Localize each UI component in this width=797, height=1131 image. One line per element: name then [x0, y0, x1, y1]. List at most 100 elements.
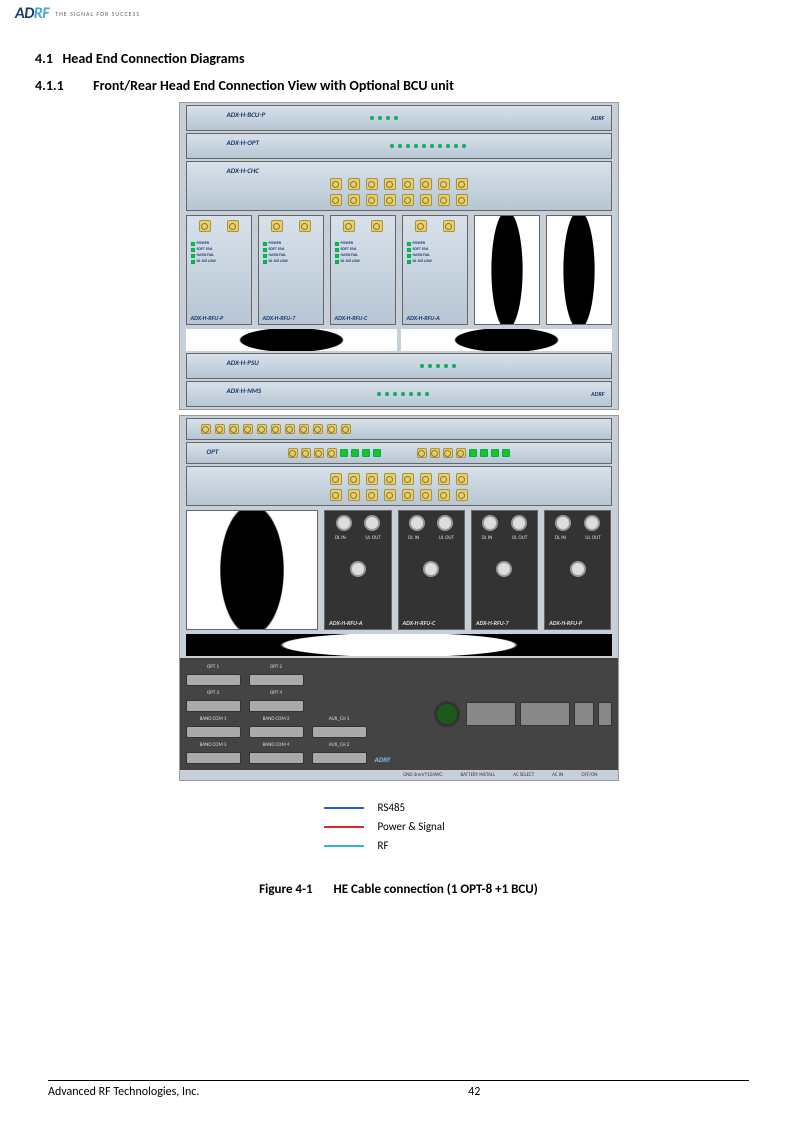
- rear-chc-top: [330, 473, 468, 485]
- rear-rfu-row: DL INUL OUT ADX-H-RFU-A DL INUL OUT: [186, 510, 612, 630]
- vent-icon: [186, 634, 612, 656]
- figure-text: HE Cable connection (1 OPT-8 +1 BCU): [334, 882, 538, 897]
- rear-rfu-a: DL INUL OUT ADX-H-RFU-A: [324, 510, 391, 630]
- led: [417, 392, 421, 396]
- led: [335, 254, 339, 258]
- legend-line-icon: [324, 826, 364, 828]
- rear-conn-block: OPT 1 OPT 3 BAND COM 1 BAND COM 3 OPT 2 …: [186, 664, 391, 764]
- rfu-status-leds: POWER SOFT FAIL HARD FAIL DL SIG LOW: [331, 236, 395, 269]
- logo-ad: AD: [15, 4, 34, 23]
- unit-psu-label: ADX-H-PSU: [227, 358, 259, 367]
- rear-psu-labels: GND 3mm²/12AWG BATTERY INSTALL AC SELECT…: [180, 770, 618, 780]
- rfu-c-label: ADX-H-RFU-C: [335, 314, 368, 322]
- conn-label: BAND COM 1: [186, 716, 241, 722]
- figures: ADX-H-BCU-P ADRF ADX-H-OPT: [35, 102, 762, 897]
- unit-nms-label: ADX-H-NMS: [227, 386, 262, 395]
- rf-port-icon: [384, 178, 396, 190]
- led: [370, 116, 374, 120]
- rf-port-icon: [229, 424, 239, 434]
- rf-port-icon: [243, 424, 253, 434]
- led: [438, 144, 442, 148]
- heading-4-1-1: 4.1.1 Front/Rear Head End Connection Vie…: [35, 77, 762, 94]
- rfu-7-label: ADX-H-RFU-7: [263, 314, 296, 322]
- led: [425, 392, 429, 396]
- psu-label: BATTERY INSTALL: [460, 772, 495, 778]
- rf-port-icon: [443, 220, 455, 232]
- db-connector-icon: [186, 752, 241, 764]
- led: [191, 260, 195, 264]
- rf-port-icon: [417, 448, 427, 458]
- rfu-topports: [259, 216, 323, 236]
- eye-row: [186, 329, 612, 351]
- vent-icon: [186, 329, 397, 351]
- rear-opt-ports: [191, 448, 607, 458]
- port-label: DL IN: [555, 535, 566, 541]
- legend-label-rf: RF: [378, 839, 389, 852]
- led: [263, 242, 267, 246]
- port-label: UL OUT: [585, 535, 600, 541]
- rfu-blank: [474, 215, 540, 325]
- rear-unit-chc: [186, 466, 612, 506]
- rf-connector-icon: [409, 515, 425, 531]
- conn-label: AUX_CH 1: [312, 716, 367, 722]
- unit-chc-label: ADX-H-CHC: [227, 166, 259, 175]
- led: [446, 144, 450, 148]
- db-connector-icon: [186, 674, 241, 686]
- rf-port-icon: [348, 473, 360, 485]
- figure-caption: Figure 4-1 HE Cable connection (1 OPT-8 …: [35, 882, 762, 897]
- chc-ports-top: [330, 178, 468, 190]
- status-label: HARD FAIL: [413, 253, 430, 258]
- rf-port-icon: [199, 220, 211, 232]
- rf-port-icon: [348, 194, 360, 206]
- rear-rfu-c: DL INUL OUT ADX-H-RFU-C: [398, 510, 465, 630]
- rfu-expports: [472, 541, 537, 581]
- fiber-port-icon: [340, 449, 348, 457]
- rf-port-icon: [415, 220, 427, 232]
- conn-label: OPT 2: [249, 664, 304, 670]
- footer: Advanced RF Technologies, Inc. 42: [48, 1085, 749, 1099]
- status-label: HARD FAIL: [197, 253, 214, 258]
- led: [406, 144, 410, 148]
- db-connector-icon: [249, 752, 304, 764]
- heading-4-1: 4.1 Head End Connection Diagrams: [35, 50, 762, 67]
- conn-col-3: AUX_CH 1 AUX_CH 2: [312, 664, 367, 764]
- rf-port-icon: [301, 448, 311, 458]
- header-logo: ADRF THE SIGNAL FOR SUCCESS: [15, 4, 140, 23]
- rf-port-icon: [371, 220, 383, 232]
- led: [409, 392, 413, 396]
- rf-port-icon: [215, 424, 225, 434]
- bcu-leds: [370, 116, 428, 120]
- rf-port-icon: [384, 489, 396, 501]
- content: 4.1 Head End Connection Diagrams 4.1.1 F…: [35, 50, 762, 897]
- rf-connector-icon: [364, 515, 380, 531]
- rf-port-icon: [420, 178, 432, 190]
- psu-module-icon: [520, 702, 570, 726]
- fiber-port-icon: [502, 449, 510, 457]
- psu-label: AC SELECT: [513, 772, 534, 778]
- logo-rf: RF: [34, 4, 49, 23]
- rear-rfu-a-label: ADX-H-RFU-A: [329, 619, 362, 627]
- port-label: DL IN: [335, 535, 346, 541]
- unit-nms: ADX-H-NMS ADRF: [186, 381, 612, 407]
- db-connector-icon: [312, 752, 367, 764]
- rf-port-icon: [456, 489, 468, 501]
- status-label: HARD FAIL: [269, 253, 286, 258]
- conn-label: BAND COM 3: [186, 742, 241, 748]
- port-label: UL OUT: [439, 535, 454, 541]
- rf-port-icon: [438, 489, 450, 501]
- rear-unit-opt: OPT: [186, 442, 612, 464]
- led: [335, 248, 339, 252]
- led: [462, 144, 466, 148]
- status-label: DL SIG LOW: [341, 259, 360, 264]
- led: [378, 116, 382, 120]
- rear-rfu-p: DL INUL OUT ADX-H-RFU-P: [544, 510, 611, 630]
- rf-connector-icon: [570, 561, 586, 577]
- rfu-p-label: ADX-H-RFU-P: [191, 314, 224, 322]
- led: [398, 144, 402, 148]
- rf-port-icon: [366, 178, 378, 190]
- conn-label: BAND COM 4: [249, 742, 304, 748]
- rfu-blank: [186, 510, 319, 630]
- rf-port-icon: [330, 178, 342, 190]
- unit-opt: ADX-H-OPT: [186, 133, 612, 159]
- conn-col-1: OPT 1 OPT 3 BAND COM 1 BAND COM 3: [186, 664, 241, 764]
